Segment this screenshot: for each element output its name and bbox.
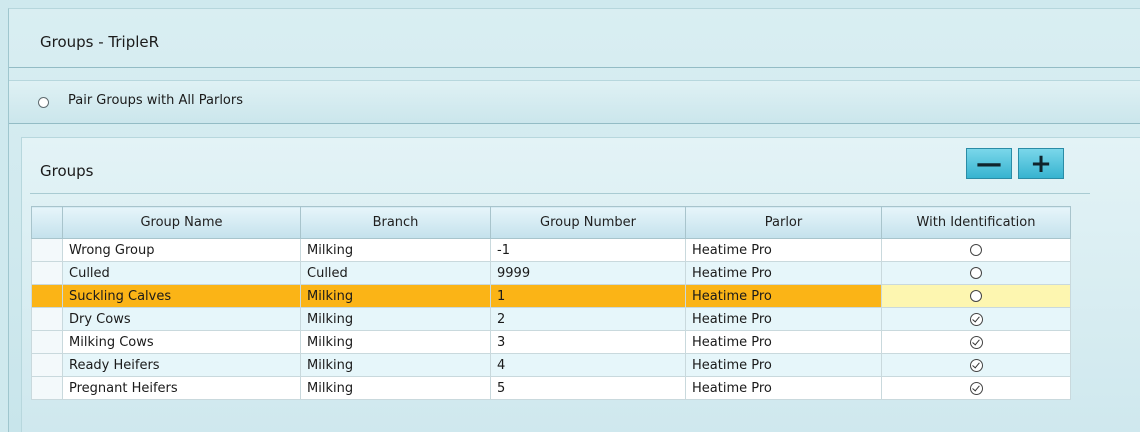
group-name-cell[interactable]: Milking Cows	[62, 330, 301, 354]
branch-cell[interactable]: Milking	[300, 284, 491, 308]
group-number-cell[interactable]: 4	[490, 353, 686, 377]
identification-cell[interactable]	[881, 284, 1071, 308]
identification-cell[interactable]	[881, 353, 1071, 377]
row-indicator[interactable]	[31, 238, 63, 262]
table-row[interactable]: Pregnant Heifers Milking 5 Heatime Pro	[31, 376, 1071, 400]
parlor-cell[interactable]: Heatime Pro	[685, 307, 882, 331]
column-header-parlor[interactable]: Parlor	[685, 206, 882, 239]
pair-groups-panel: Pair Groups with All Parlors	[9, 80, 1140, 124]
column-header-branch[interactable]: Branch	[300, 206, 491, 239]
title-panel: Groups - TripleR	[9, 9, 1140, 68]
group-number-cell[interactable]: 9999	[490, 261, 686, 285]
pair-groups-label[interactable]: Pair Groups with All Parlors	[68, 93, 243, 108]
row-indicator[interactable]	[31, 261, 63, 285]
identification-cell[interactable]	[881, 330, 1071, 354]
row-indicator[interactable]	[31, 353, 63, 377]
branch-cell[interactable]: Milking	[300, 307, 491, 331]
row-indicator[interactable]	[31, 376, 63, 400]
branch-cell[interactable]: Milking	[300, 238, 491, 262]
plus-icon: +	[1030, 148, 1052, 179]
identification-cell[interactable]	[881, 238, 1071, 262]
minus-icon: —	[976, 148, 1002, 179]
groups-table: Group Name Branch Group Number Parlor Wi…	[31, 206, 1071, 400]
parlor-cell[interactable]: Heatime Pro	[685, 261, 882, 285]
table-row[interactable]: Dry Cows Milking 2 Heatime Pro	[31, 307, 1071, 331]
parlor-cell[interactable]: Heatime Pro	[685, 284, 882, 308]
table-row[interactable]: Culled Culled 9999 Heatime Pro	[31, 261, 1071, 285]
parlor-cell[interactable]: Heatime Pro	[685, 238, 882, 262]
row-indicator[interactable]	[31, 330, 63, 354]
row-indicator[interactable]	[31, 284, 63, 308]
unchecked-circle-icon[interactable]	[970, 290, 982, 302]
add-group-button[interactable]: +	[1018, 148, 1064, 179]
table-row[interactable]: Milking Cows Milking 3 Heatime Pro	[31, 330, 1071, 354]
row-indicator[interactable]	[31, 307, 63, 331]
groups-title: Groups	[40, 162, 94, 180]
unchecked-circle-icon[interactable]	[970, 267, 982, 279]
group-name-cell[interactable]: Ready Heifers	[62, 353, 301, 377]
remove-group-button[interactable]: —	[966, 148, 1012, 179]
group-number-cell[interactable]: 3	[490, 330, 686, 354]
header-indicator	[31, 206, 63, 239]
group-name-cell[interactable]: Suckling Calves	[62, 284, 301, 308]
identification-cell[interactable]	[881, 261, 1071, 285]
group-number-cell[interactable]: 2	[490, 307, 686, 331]
table-header-row: Group Name Branch Group Number Parlor Wi…	[31, 206, 1071, 239]
page-title: Groups - TripleR	[40, 33, 160, 51]
group-name-cell[interactable]: Dry Cows	[62, 307, 301, 331]
branch-cell[interactable]: Milking	[300, 376, 491, 400]
column-header-group-number[interactable]: Group Number	[490, 206, 686, 239]
group-number-cell[interactable]: 5	[490, 376, 686, 400]
table-row[interactable]: Ready Heifers Milking 4 Heatime Pro	[31, 353, 1071, 377]
table-row-selected[interactable]: Suckling Calves Milking 1 Heatime Pro	[31, 284, 1071, 308]
unchecked-circle-icon[interactable]	[970, 244, 982, 256]
groups-divider	[30, 193, 1090, 194]
branch-cell[interactable]: Milking	[300, 330, 491, 354]
column-header-group-name[interactable]: Group Name	[62, 206, 301, 239]
group-name-cell[interactable]: Wrong Group	[62, 238, 301, 262]
checked-circle-icon[interactable]	[969, 335, 983, 349]
group-name-cell[interactable]: Culled	[62, 261, 301, 285]
parlor-cell[interactable]: Heatime Pro	[685, 376, 882, 400]
group-number-cell[interactable]: -1	[490, 238, 686, 262]
table-row[interactable]: Wrong Group Milking -1 Heatime Pro	[31, 238, 1071, 262]
parlor-cell[interactable]: Heatime Pro	[685, 330, 882, 354]
pair-groups-radio[interactable]	[38, 97, 49, 108]
branch-cell[interactable]: Milking	[300, 353, 491, 377]
group-name-cell[interactable]: Pregnant Heifers	[62, 376, 301, 400]
column-header-with-identification[interactable]: With Identification	[881, 206, 1071, 239]
branch-cell[interactable]: Culled	[300, 261, 491, 285]
checked-circle-icon[interactable]	[969, 381, 983, 395]
identification-cell[interactable]	[881, 307, 1071, 331]
group-number-cell[interactable]: 1	[490, 284, 686, 308]
checked-circle-icon[interactable]	[969, 312, 983, 326]
checked-circle-icon[interactable]	[969, 358, 983, 372]
parlor-cell[interactable]: Heatime Pro	[685, 353, 882, 377]
identification-cell[interactable]	[881, 376, 1071, 400]
